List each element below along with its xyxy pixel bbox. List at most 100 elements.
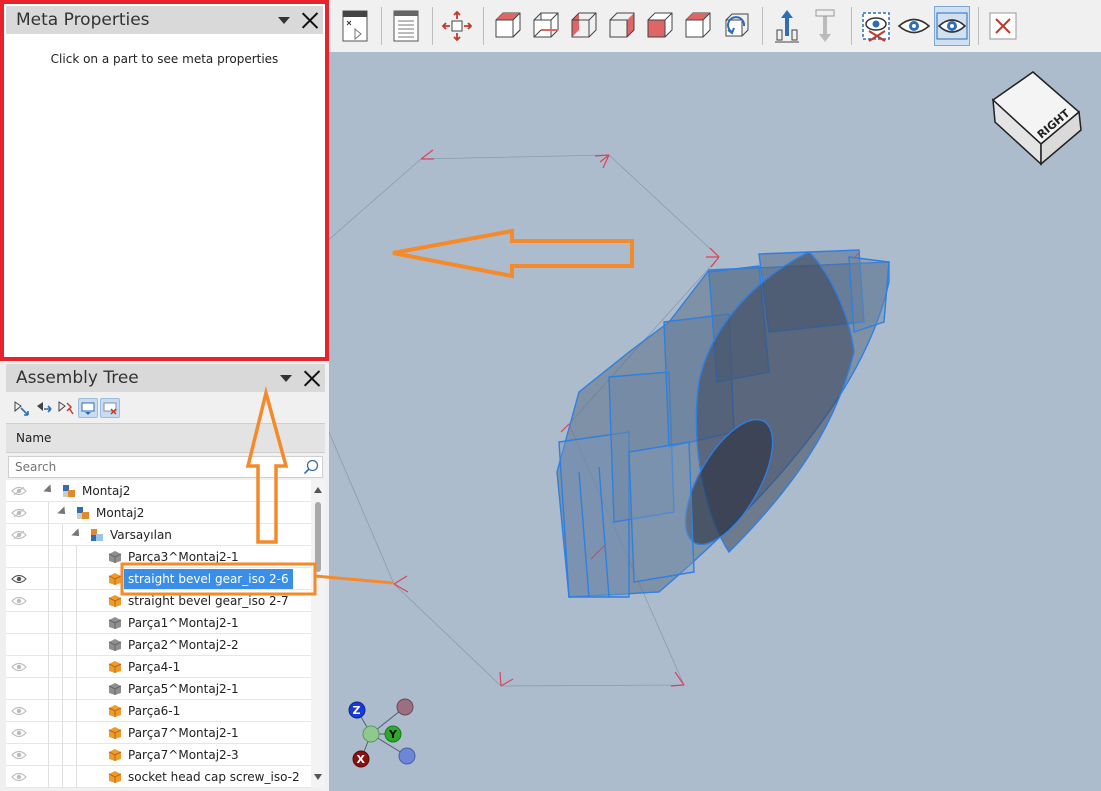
viewcube[interactable]: RIGHT — [991, 71, 1082, 166]
expand-all-icon[interactable] — [12, 398, 32, 418]
view-bottom-icon[interactable] — [680, 6, 716, 46]
tree-row[interactable]: Parça1^Montaj2-1 — [6, 612, 311, 634]
close-icon[interactable] — [985, 6, 1021, 46]
collapse-all-icon[interactable] — [34, 398, 54, 418]
tree-item-label-selected: straight bevel gear_iso 2-6 — [124, 569, 293, 589]
scroll-up-arrow-icon[interactable] — [314, 487, 322, 493]
tree-row[interactable]: Montaj2 — [6, 480, 311, 502]
expand-toggle-icon[interactable] — [43, 484, 55, 496]
tree-scrollbar[interactable] — [311, 480, 325, 788]
view-front-icon[interactable] — [490, 6, 526, 46]
hidden-eye-icon[interactable] — [6, 502, 32, 524]
tree-menu-chevron-down-icon[interactable] — [273, 365, 299, 391]
tree-guide-line — [62, 634, 63, 656]
show-selected-icon[interactable] — [934, 6, 970, 46]
expand-selected-icon[interactable] — [56, 398, 76, 418]
visibility-toggle[interactable] — [6, 612, 32, 634]
tree-guide-line — [76, 546, 77, 568]
view-left-icon[interactable] — [566, 6, 602, 46]
tree-row[interactable]: Varsayılan — [6, 524, 311, 546]
tree-item-label: socket head cap screw_iso-2 — [128, 770, 300, 784]
faint-eye-icon[interactable] — [6, 590, 32, 612]
tree-guide-line — [62, 612, 63, 634]
tree-guide-line — [62, 546, 63, 568]
tree-guide-line — [48, 678, 49, 700]
part-orange-icon — [108, 572, 122, 586]
view-back-icon[interactable] — [528, 6, 564, 46]
tree-guide-line — [48, 744, 49, 766]
hidden-eye-icon[interactable] — [6, 480, 32, 502]
tree-row[interactable]: Parça4-1 — [6, 656, 311, 678]
tree-item-label: Parça5^Montaj2-1 — [128, 682, 239, 696]
faint-eye-icon[interactable] — [6, 722, 32, 744]
hidden-eye-icon[interactable] — [6, 524, 32, 546]
tree-guide-line — [76, 678, 77, 700]
tree-row[interactable]: socket head cap screw_iso-2 — [6, 766, 311, 788]
tree-guide-line — [62, 744, 63, 766]
tree-guide-line — [76, 612, 77, 634]
expand-toggle-icon[interactable] — [57, 506, 69, 518]
view-top-icon[interactable] — [642, 6, 678, 46]
axis-x-label: X — [357, 753, 366, 766]
tree-row[interactable]: Parça2^Montaj2-2 — [6, 634, 311, 656]
tree-row[interactable]: Parça7^Montaj2-3 — [6, 744, 311, 766]
fit-all-icon[interactable] — [439, 6, 475, 46]
scroll-down-arrow-icon[interactable] — [314, 774, 322, 780]
tree-row[interactable]: Parça5^Montaj2-1 — [6, 678, 311, 700]
tree-item-label: Parça4-1 — [128, 660, 181, 674]
tree-row[interactable]: Parça7^Montaj2-1 — [6, 722, 311, 744]
part-gray-icon — [108, 638, 122, 652]
tree-row[interactable]: Parça3^Montaj2-1 — [6, 546, 311, 568]
name-column-header[interactable]: Name — [6, 423, 325, 453]
explode-down-icon[interactable] — [807, 6, 843, 46]
scroll-thumb[interactable] — [315, 502, 321, 572]
tree-guide-line — [48, 612, 49, 634]
faint-eye-icon[interactable] — [6, 700, 32, 722]
panel-menu-chevron-down-icon[interactable] — [271, 7, 297, 33]
part-orange-icon — [108, 594, 122, 608]
tree-guide-line — [48, 722, 49, 744]
clear-filter-icon[interactable] — [100, 398, 120, 418]
visibility-toggle[interactable] — [6, 634, 32, 656]
part-gray-icon — [108, 682, 122, 696]
eye-icon[interactable] — [6, 568, 32, 590]
tree-row[interactable]: straight bevel gear_iso 2-7 — [6, 590, 311, 612]
assembly-tree-header: Assembly Tree — [6, 364, 325, 392]
faint-eye-icon[interactable] — [6, 744, 32, 766]
hide-selected-icon[interactable] — [858, 6, 894, 46]
axis-triad: Z Y X — [348, 698, 416, 768]
3d-viewport[interactable]: RIGHT Z Y X — [268, 52, 1101, 791]
model-canvas[interactable]: RIGHT Z Y X — [268, 52, 1101, 791]
tree-item-label: Varsayılan — [110, 528, 172, 542]
tree-close-icon[interactable] — [299, 365, 325, 391]
meta-panel-title: Meta Properties — [16, 10, 150, 30]
document-icon[interactable] — [388, 6, 424, 46]
visibility-toggle[interactable] — [6, 546, 32, 568]
assembly-tree-title: Assembly Tree — [16, 368, 139, 388]
filter-tree-icon[interactable] — [78, 398, 98, 418]
view-settings-icon[interactable] — [337, 6, 373, 46]
tree-guide-line — [48, 766, 49, 788]
tree-guide-line — [76, 656, 77, 678]
bevel-gear-model[interactable] — [556, 249, 890, 598]
tree-row[interactable]: Parça6-1 — [6, 700, 311, 722]
faint-eye-icon[interactable] — [6, 656, 32, 678]
tree-row[interactable]: Montaj2 — [6, 502, 311, 524]
part-gray-icon — [108, 616, 122, 630]
tree-guide-line — [76, 700, 77, 722]
assembly-icon — [62, 484, 76, 498]
meta-properties-hint: Click on a part to see meta properties — [50, 52, 279, 66]
visibility-toggle[interactable] — [6, 678, 32, 700]
view-right-icon[interactable] — [604, 6, 640, 46]
show-all-icon[interactable] — [896, 6, 932, 46]
tree-search-input[interactable] — [8, 456, 323, 478]
faint-eye-icon[interactable] — [6, 766, 32, 788]
tree-item-label: Montaj2 — [82, 484, 131, 498]
tree-row[interactable]: straight bevel gear_iso 2-6 — [6, 568, 311, 590]
tree-guide-line — [76, 766, 77, 788]
search-icon[interactable] — [303, 459, 319, 475]
rotate-view-icon[interactable] — [718, 6, 754, 46]
panel-close-icon[interactable] — [297, 7, 323, 33]
expand-toggle-icon[interactable] — [71, 528, 83, 540]
explode-up-icon[interactable] — [769, 6, 805, 46]
